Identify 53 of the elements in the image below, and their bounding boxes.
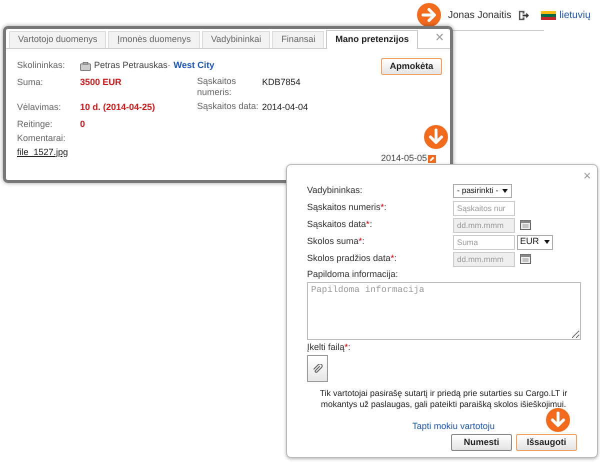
field-value: 10 d. (2014-04-25) bbox=[80, 101, 156, 114]
notes-textarea[interactable]: Papildoma informacija bbox=[307, 282, 581, 340]
field-label: Sąskaitos data: bbox=[197, 101, 260, 112]
tab[interactable]: Įmonės duomenys bbox=[108, 31, 200, 48]
manager-select[interactable]: - pasirinkti - bbox=[453, 184, 512, 198]
caret-icon bbox=[502, 189, 508, 193]
date-text: 2014-05-05 bbox=[380, 152, 427, 165]
field-value: 0 bbox=[80, 118, 86, 130]
field-label: Vėlavimas: bbox=[17, 101, 62, 114]
form-button[interactable]: Išsaugoti bbox=[516, 434, 577, 451]
caret-icon bbox=[544, 240, 550, 244]
flag-icon bbox=[541, 10, 556, 20]
tab[interactable]: Finansai bbox=[272, 31, 324, 48]
field-label: Skolos suma*: bbox=[307, 235, 366, 248]
attach-button[interactable] bbox=[307, 355, 328, 382]
calendar-icon bbox=[520, 220, 531, 230]
field-label: Reitinge: bbox=[17, 118, 54, 131]
file-link[interactable]: file_1527.jpg bbox=[17, 146, 68, 159]
arrow-circle-icon bbox=[546, 408, 570, 432]
field-label: Vadybininkas: bbox=[307, 184, 364, 198]
field-label: Skolininkas: bbox=[17, 59, 66, 72]
upgrade-link[interactable]: Tapti mokiu vartotoju bbox=[412, 420, 495, 432]
city-link[interactable]: West City bbox=[174, 59, 214, 73]
language-link[interactable]: lietuvių bbox=[559, 8, 591, 22]
calendar-icon bbox=[520, 254, 531, 264]
field-label: Sąskaitos numeris: bbox=[197, 76, 238, 98]
notice-text: Tik vartotojai pasirašę sutartį ir priedą prie sutarties su Cargo.LT ir mokantys už paslaugas, gali pateikti paraišką skolos išieškojimui. bbox=[318, 388, 568, 410]
paid-button[interactable]: Apmokėta bbox=[381, 58, 442, 75]
date-input[interactable]: dd.mm.mmm bbox=[453, 218, 515, 232]
date-input[interactable]: dd.mm.mmm bbox=[453, 252, 515, 266]
tab[interactable]: Vadybininkai bbox=[202, 31, 270, 48]
amount-input[interactable]: Suma bbox=[453, 234, 515, 250]
currency-select[interactable]: EUR bbox=[517, 234, 554, 250]
field-value: KDB7854 bbox=[262, 76, 301, 89]
briefcase-icon bbox=[80, 62, 91, 70]
field-value: 2014-04-04 bbox=[262, 101, 308, 114]
debtor-name: Petras Petrauskas· bbox=[94, 59, 171, 72]
field-label: Sąskaitos data*: bbox=[307, 218, 374, 232]
paperclip-icon bbox=[312, 364, 322, 374]
field-label: Įkelti failą*: bbox=[307, 342, 351, 352]
form-button[interactable]: Numesti bbox=[451, 434, 512, 451]
field-label: Suma: bbox=[17, 76, 44, 89]
field-value: 3500 EUR bbox=[80, 76, 123, 89]
logout-icon bbox=[518, 10, 530, 20]
field-label: Komentarai: bbox=[17, 132, 66, 145]
field-label: Sąskaitos numeris*: bbox=[307, 201, 388, 214]
arrow-circle-icon bbox=[424, 125, 448, 149]
user-name-link[interactable]: Jonas Jonaitis bbox=[448, 8, 512, 22]
tab[interactable]: Vartotojo duomenys bbox=[9, 31, 106, 48]
text-input[interactable]: Sąskaitos nur bbox=[453, 200, 515, 216]
tab[interactable]: Mano pretenzijos bbox=[326, 30, 418, 49]
field-label: Papildoma informacija: bbox=[307, 268, 398, 281]
field-label: Skolos pradžios data*: bbox=[307, 252, 398, 266]
